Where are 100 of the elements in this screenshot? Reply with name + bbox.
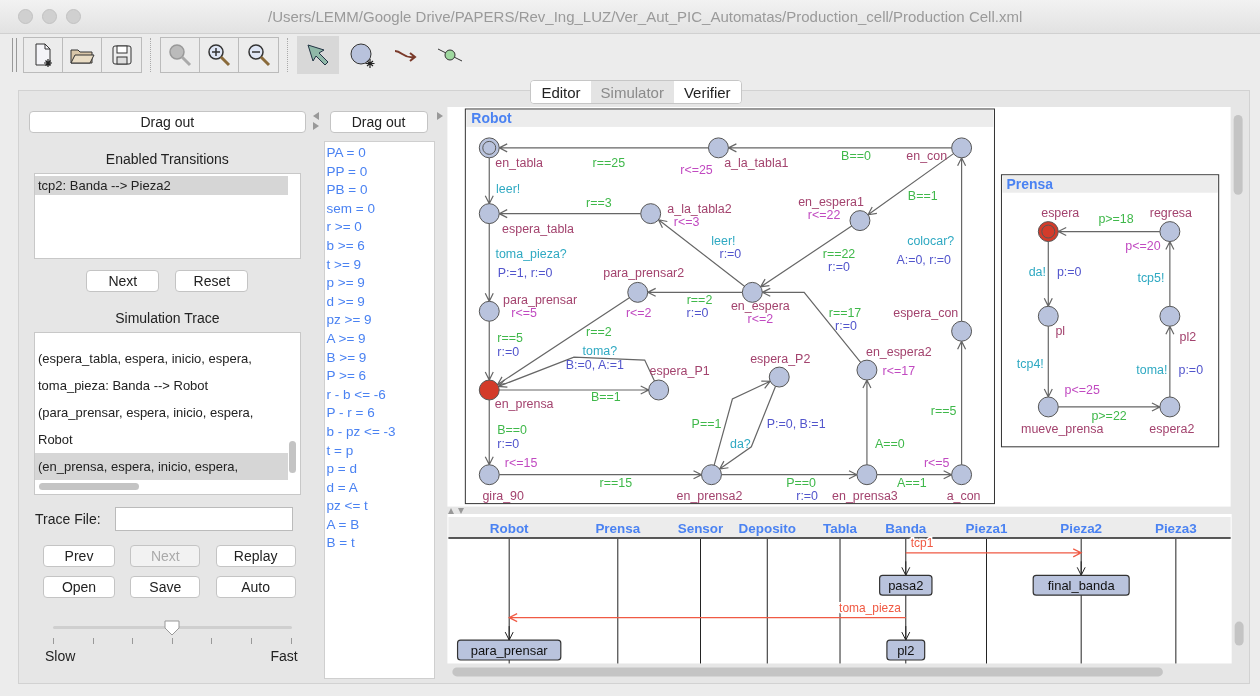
location-name: en_espera bbox=[730, 299, 790, 314]
transition-arrow[interactable] bbox=[720, 470, 859, 480]
guard-label: r==5 bbox=[930, 403, 957, 418]
tick-mark bbox=[171, 638, 173, 644]
trace-item[interactable]: (espera_tabla, espera, inicio, espera, bbox=[35, 345, 288, 372]
transition-arrow[interactable] bbox=[1057, 402, 1162, 412]
location-name: en_con bbox=[906, 148, 948, 163]
magnifier-icon bbox=[167, 42, 193, 68]
location-name: espera bbox=[1041, 205, 1080, 220]
transition-item[interactable]: tcp2: Banda --> Pieza2 bbox=[35, 176, 288, 195]
splitter-arrows-icon[interactable] bbox=[447, 506, 467, 515]
tick-mark bbox=[132, 638, 134, 644]
location-node[interactable] bbox=[1159, 221, 1181, 243]
trace-item[interactable]: toma_pieza: Banda --> Robot bbox=[35, 372, 288, 399]
transition-arrow[interactable] bbox=[497, 143, 710, 153]
guard-label: r==2 bbox=[686, 293, 713, 308]
location-node[interactable] bbox=[1159, 305, 1181, 327]
select-tool-button[interactable] bbox=[297, 36, 339, 74]
drag-out-button[interactable]: Drag out bbox=[29, 111, 306, 133]
location-node[interactable] bbox=[708, 137, 729, 159]
transition-arrow[interactable] bbox=[497, 209, 642, 219]
location-name: regresa bbox=[1149, 205, 1192, 220]
section-heading: Simulation Trace bbox=[114, 310, 221, 326]
transition-arrow[interactable] bbox=[484, 320, 494, 382]
transition-arrow[interactable] bbox=[1043, 240, 1053, 308]
guard-label: B==1 bbox=[907, 188, 938, 203]
location-name: en_espera1 bbox=[798, 194, 864, 209]
location-node[interactable] bbox=[1037, 305, 1059, 327]
tick-mark bbox=[251, 638, 253, 644]
location-node[interactable] bbox=[648, 379, 670, 401]
push-button[interactable]: Auto bbox=[215, 576, 296, 598]
transition-arrow[interactable] bbox=[646, 287, 743, 297]
location-node[interactable] bbox=[640, 203, 662, 225]
zoom-in-icon bbox=[206, 42, 232, 68]
transition-arrow[interactable] bbox=[862, 378, 872, 466]
transition-arrow[interactable] bbox=[727, 143, 953, 153]
location-node[interactable] bbox=[478, 203, 500, 225]
transition-arrow[interactable] bbox=[484, 223, 494, 303]
trace-file-field[interactable] bbox=[114, 507, 293, 531]
transition-arrow[interactable] bbox=[1165, 324, 1175, 398]
transition-arrow[interactable] bbox=[484, 399, 494, 467]
trace-item[interactable]: (en_prensa, espera, inicio, espera, bbox=[35, 453, 288, 480]
push-button[interactable]: Prev bbox=[43, 545, 115, 567]
variable-constraint: p >= 9 bbox=[326, 274, 366, 293]
invariant-label: r<=2 bbox=[747, 312, 774, 327]
invariant-label: p<=20 bbox=[1125, 239, 1161, 254]
location-node[interactable] bbox=[951, 137, 973, 159]
location-node[interactable] bbox=[768, 366, 790, 388]
location-node[interactable] bbox=[951, 320, 973, 342]
location-name: espera_P1 bbox=[649, 364, 710, 379]
location-node[interactable] bbox=[701, 464, 722, 486]
transition-arrow[interactable] bbox=[957, 156, 967, 322]
location-name: espera_con bbox=[893, 306, 959, 321]
push-button[interactable]: Next bbox=[86, 270, 160, 292]
transition-arrow[interactable] bbox=[957, 339, 967, 466]
transition-arrow[interactable] bbox=[1056, 227, 1161, 237]
location-node[interactable] bbox=[856, 359, 878, 381]
variable-constraint: d = A bbox=[326, 478, 359, 497]
location-node[interactable] bbox=[478, 379, 500, 401]
location-name: para_prensar2 bbox=[603, 266, 685, 281]
location-node[interactable] bbox=[478, 300, 500, 322]
location-node[interactable] bbox=[1037, 396, 1059, 418]
push-button[interactable]: Save bbox=[130, 576, 201, 598]
scrollbar-thumb[interactable] bbox=[452, 667, 1163, 676]
transition-arrow[interactable] bbox=[876, 470, 953, 480]
guard-label: r==3 bbox=[586, 195, 612, 210]
transition-arrow[interactable] bbox=[1165, 240, 1175, 307]
update-label: B:=0, A:=1 bbox=[565, 358, 624, 373]
location-node[interactable] bbox=[856, 464, 878, 486]
location-node[interactable] bbox=[1037, 221, 1059, 243]
sync-label: toma! bbox=[1136, 363, 1168, 378]
tick-mark bbox=[92, 638, 94, 644]
guard-label: r==22 bbox=[822, 247, 856, 262]
scrollbar-thumb[interactable] bbox=[1233, 114, 1243, 195]
push-button[interactable]: Replay bbox=[215, 545, 296, 567]
update-label: r:=0 bbox=[719, 247, 742, 262]
transition-arrow[interactable] bbox=[498, 470, 703, 480]
push-button[interactable]: Reset bbox=[175, 270, 249, 292]
trace-item[interactable]: Robot bbox=[35, 426, 288, 453]
window-title: /Users/LEMM/Google Drive/PAPERS/Rev_Ing_LUZ/Ver_Aut_PIC_Automatas/Production_cell/Production Cell.xml bbox=[268, 8, 1023, 25]
location-name: en_espera2 bbox=[865, 345, 932, 360]
transition-arrow[interactable] bbox=[1043, 325, 1053, 399]
transition-arrow[interactable] bbox=[484, 157, 494, 205]
variable-constraint: PB = 0 bbox=[326, 181, 369, 200]
sync-label: colocar? bbox=[907, 233, 955, 248]
location-node[interactable] bbox=[478, 137, 500, 159]
scrollbar-thumb[interactable] bbox=[39, 483, 139, 490]
location-node[interactable] bbox=[951, 464, 973, 486]
slider-thumb[interactable] bbox=[163, 619, 182, 637]
trace-item[interactable]: (para_prensar, espera, inicio, espera, bbox=[35, 399, 288, 426]
location-node[interactable] bbox=[478, 464, 500, 486]
location-node[interactable] bbox=[849, 210, 871, 232]
location-node[interactable] bbox=[1159, 396, 1181, 418]
drag-out-button[interactable]: Drag out bbox=[329, 111, 428, 133]
scrollbar-thumb[interactable] bbox=[288, 441, 296, 473]
scrollbar-thumb[interactable] bbox=[1234, 621, 1244, 646]
push-button[interactable]: Open bbox=[43, 576, 115, 598]
transition-arrow[interactable] bbox=[759, 225, 853, 288]
location-node[interactable] bbox=[741, 281, 763, 303]
location-node[interactable] bbox=[627, 281, 649, 303]
